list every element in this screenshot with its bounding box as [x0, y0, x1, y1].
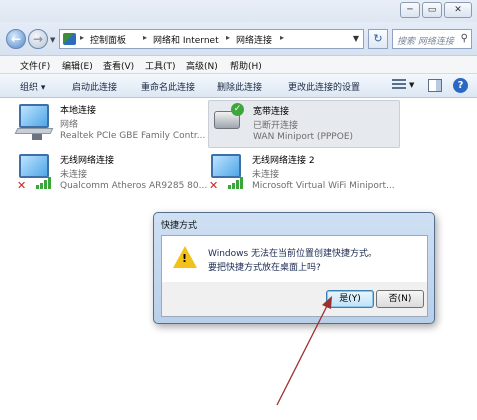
annotation-arrow-icon — [276, 296, 332, 406]
